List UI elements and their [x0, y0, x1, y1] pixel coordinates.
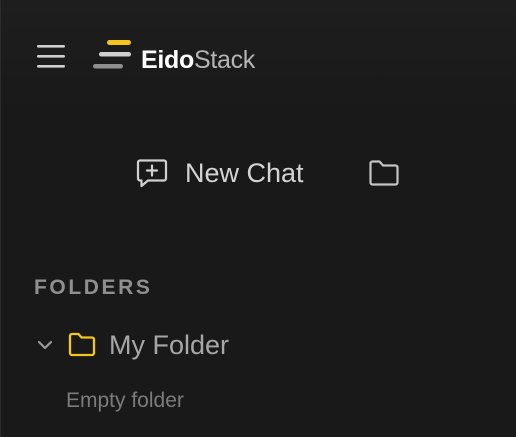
logo-wordmark: EidoStack [141, 45, 255, 74]
menu-button[interactable] [35, 40, 67, 72]
hamburger-menu-icon [37, 45, 65, 68]
folder-name: My Folder [109, 329, 230, 360]
sidebar: EidoStack New Chat FOLDERS My Folder Emp… [0, 0, 516, 437]
empty-folder-note: Empty folder [66, 389, 184, 412]
folder-icon [369, 160, 399, 186]
new-folder-button[interactable] [367, 158, 401, 188]
sidebar-header: EidoStack [1, 0, 516, 112]
logo-mark-icon [93, 40, 131, 69]
folders-heading: FOLDERS [34, 276, 153, 299]
folder-icon [68, 332, 96, 357]
new-chat-label: New Chat [185, 157, 304, 188]
logo-text-bold: Eido [141, 45, 194, 74]
folder-item[interactable]: My Folder [31, 326, 229, 364]
sidebar-actions: New Chat [1, 150, 516, 196]
app-logo[interactable]: EidoStack [93, 36, 255, 76]
logo-text-light: Stack [193, 45, 255, 74]
chat-plus-icon [136, 159, 168, 188]
new-chat-button[interactable]: New Chat [135, 156, 304, 190]
chevron-down-icon[interactable] [31, 331, 59, 359]
